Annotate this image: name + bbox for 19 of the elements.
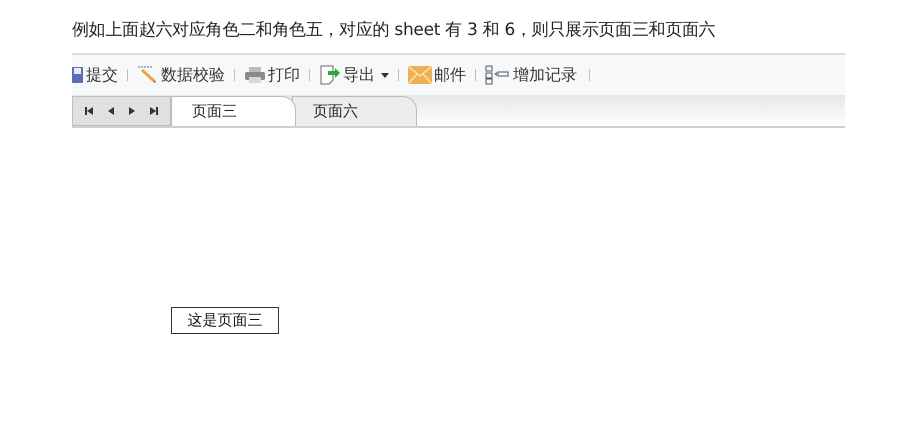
sheet-tab[interactable]: 页面六 bbox=[292, 96, 417, 126]
toolbar-button[interactable]: 数据校验 bbox=[137, 63, 225, 87]
previous-page-icon[interactable] bbox=[108, 107, 114, 115]
envelope-icon bbox=[408, 66, 432, 84]
toolbar-button[interactable]: 打印 bbox=[244, 63, 300, 87]
printer-icon bbox=[244, 66, 266, 84]
caption: 例如上面赵六对应角色二和角色五，对应的 sheet 有 3 和 6，则只展示页面三和页面六 bbox=[72, 19, 716, 42]
toolbar-button[interactable]: 增加记录 bbox=[485, 63, 577, 87]
pencil-icon bbox=[137, 65, 159, 85]
toolbar-button[interactable]: 提交 bbox=[72, 63, 118, 87]
sheet-tab[interactable]: 页面三 bbox=[171, 96, 296, 126]
document-arrow-icon bbox=[319, 64, 341, 86]
add-record-icon bbox=[485, 65, 511, 85]
toolbar-button[interactable]: 邮件 bbox=[408, 63, 466, 87]
next-page-icon[interactable] bbox=[129, 107, 136, 115]
toolbar-button[interactable]: 导出 bbox=[319, 63, 389, 87]
first-page-icon[interactable] bbox=[84, 107, 93, 115]
last-page-icon[interactable] bbox=[150, 107, 158, 115]
cell-text: 这是页面三 bbox=[171, 307, 279, 334]
